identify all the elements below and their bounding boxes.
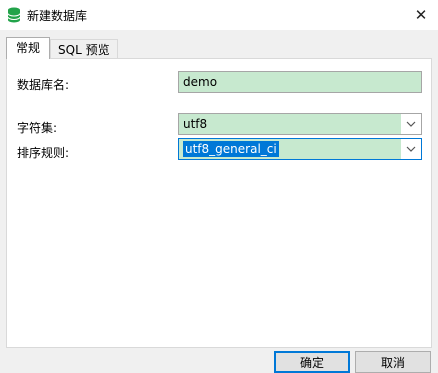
charset-label: 字符集:: [17, 121, 58, 135]
cancel-button[interactable]: 取消: [355, 351, 431, 373]
db-name-input[interactable]: demo: [178, 71, 422, 93]
chevron-down-icon[interactable]: [401, 114, 421, 134]
close-icon: ✕: [414, 6, 428, 24]
tab-sql-preview[interactable]: SQL 预览: [50, 39, 118, 59]
close-button[interactable]: ✕: [404, 0, 438, 30]
general-panel: 数据库名: demo 字符集: utf8 排序规则: utf8_general_…: [6, 58, 432, 348]
database-icon: [7, 7, 21, 23]
window-title: 新建数据库: [27, 9, 88, 23]
db-name-label: 数据库名:: [17, 78, 70, 92]
collation-label: 排序规则:: [17, 146, 70, 160]
collation-select[interactable]: utf8_general_ci: [178, 138, 422, 160]
charset-select[interactable]: utf8: [178, 113, 422, 135]
db-name-value: demo: [183, 75, 218, 89]
collation-value: utf8_general_ci: [183, 141, 279, 157]
title-bar: 新建数据库 ✕: [0, 0, 438, 30]
charset-value: utf8: [183, 117, 208, 131]
chevron-down-icon[interactable]: [401, 139, 421, 159]
tab-general[interactable]: 常规: [6, 37, 50, 59]
ok-button[interactable]: 确定: [274, 351, 350, 373]
